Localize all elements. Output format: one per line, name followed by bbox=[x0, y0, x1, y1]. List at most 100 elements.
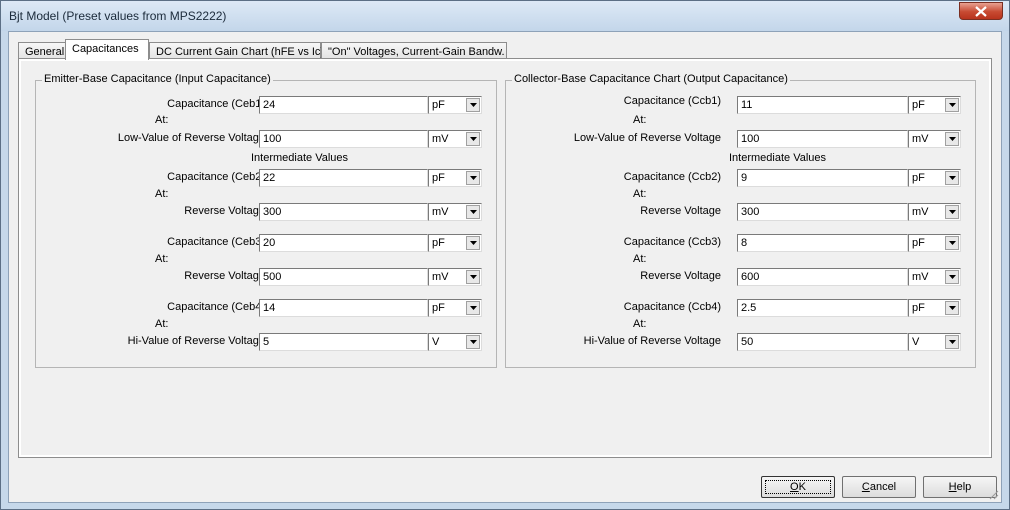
dropdown-button[interactable] bbox=[945, 301, 959, 315]
ceb2-voltage-unit: mV bbox=[432, 206, 449, 218]
ccb1-voltage-input[interactable]: 100 bbox=[737, 130, 908, 148]
close-button[interactable] bbox=[959, 2, 1003, 20]
ceb1-voltage-unit-select[interactable]: mV bbox=[428, 130, 482, 148]
ccb2-unit-select[interactable]: pF bbox=[908, 169, 961, 187]
ccb3-voltage-unit: mV bbox=[912, 271, 929, 283]
ccb4-value: 2.5 bbox=[741, 302, 757, 314]
ceb3-unit-select[interactable]: pF bbox=[428, 234, 482, 252]
ccb3-voltage-value: 600 bbox=[741, 271, 760, 283]
title-bar[interactable]: Bjt Model (Preset values from MPS2222) bbox=[1, 1, 1009, 31]
close-icon bbox=[975, 6, 987, 17]
ccb3-unit-select[interactable]: pF bbox=[908, 234, 961, 252]
dropdown-button[interactable] bbox=[466, 132, 480, 146]
collector-intermediate-label: Intermediate Values bbox=[729, 152, 827, 164]
ccb4-unit-select[interactable]: pF bbox=[908, 299, 961, 317]
ceb4-unit-select[interactable]: pF bbox=[428, 299, 482, 317]
ccb3-voltage-input[interactable]: 600 bbox=[737, 268, 908, 286]
ccb3-at-label: At: bbox=[633, 253, 647, 265]
ceb4-voltage-input[interactable]: 5 bbox=[259, 333, 428, 351]
dropdown-button[interactable] bbox=[945, 98, 959, 112]
ccb1-input[interactable]: 11 bbox=[737, 96, 908, 114]
ceb2-unit-select[interactable]: pF bbox=[428, 169, 482, 187]
dropdown-button[interactable] bbox=[945, 270, 959, 284]
ceb1-voltage-input[interactable]: 100 bbox=[259, 130, 428, 148]
dropdown-button[interactable] bbox=[466, 335, 480, 349]
ccb1-unit: pF bbox=[912, 99, 925, 111]
ceb4-voltage-unit: V bbox=[432, 336, 440, 348]
ccb2-voltage-label: Reverse Voltage bbox=[640, 205, 721, 217]
cancel-label: ancel bbox=[869, 481, 897, 493]
emitter-base-group: Emitter-Base Capacitance (Input Capacita… bbox=[35, 73, 497, 368]
dropdown-button[interactable] bbox=[945, 335, 959, 349]
ceb3-label: Capacitance (Ceb3) bbox=[167, 236, 265, 248]
ceb4-input[interactable]: 14 bbox=[259, 299, 428, 317]
dropdown-button[interactable] bbox=[945, 171, 959, 185]
emitter-intermediate-label: Intermediate Values bbox=[251, 152, 349, 164]
ok-button[interactable]: OK bbox=[761, 476, 835, 498]
tab-on-voltages[interactable]: "On" Voltages, Current-Gain Bandw. bbox=[321, 42, 507, 59]
ccb3-label: Capacitance (Ccb3) bbox=[623, 236, 721, 248]
focus-ring bbox=[765, 480, 831, 494]
dropdown-button[interactable] bbox=[466, 236, 480, 250]
ceb4-voltage-unit-select[interactable]: V bbox=[428, 333, 482, 351]
tab-dc-current-gain[interactable]: DC Current Gain Chart (hFE vs Ic) bbox=[149, 42, 324, 59]
collector-base-group: Collector-Base Capacitance Chart (Output… bbox=[505, 73, 976, 368]
chevron-down-icon bbox=[949, 176, 956, 180]
ccb2-voltage-input[interactable]: 300 bbox=[737, 203, 908, 221]
chevron-down-icon bbox=[470, 306, 477, 310]
ceb1-voltage-unit: mV bbox=[432, 133, 449, 145]
ceb3-voltage-unit-select[interactable]: mV bbox=[428, 268, 482, 286]
dropdown-button[interactable] bbox=[466, 98, 480, 112]
ceb2-at-label: At: bbox=[155, 188, 169, 200]
ceb1-voltage-label: Low-Value of Reverse Voltage bbox=[117, 132, 265, 144]
ccb3-input[interactable]: 8 bbox=[737, 234, 908, 252]
dropdown-button[interactable] bbox=[466, 270, 480, 284]
ceb1-label: Capacitance (Ceb1) bbox=[167, 98, 265, 110]
dropdown-button[interactable] bbox=[466, 171, 480, 185]
dropdown-button[interactable] bbox=[466, 301, 480, 315]
ceb2-voltage-input[interactable]: 300 bbox=[259, 203, 428, 221]
ceb1-input[interactable]: 24 bbox=[259, 96, 428, 114]
chevron-down-icon bbox=[949, 306, 956, 310]
ccb2-label: Capacitance (Ccb2) bbox=[623, 171, 721, 183]
cancel-button[interactable]: Cancel bbox=[842, 476, 916, 498]
size-grip-icon[interactable] bbox=[989, 490, 999, 500]
ccb4-voltage-input[interactable]: 50 bbox=[737, 333, 908, 351]
ccb2-input[interactable]: 9 bbox=[737, 169, 908, 187]
ccb4-voltage-unit-select[interactable]: V bbox=[908, 333, 961, 351]
tab-general[interactable]: General bbox=[18, 42, 66, 59]
ccb3-voltage-unit-select[interactable]: mV bbox=[908, 268, 961, 286]
ccb1-voltage-value: 100 bbox=[741, 133, 760, 145]
dropdown-button[interactable] bbox=[466, 205, 480, 219]
help-button[interactable]: Help bbox=[923, 476, 997, 498]
ceb2-unit: pF bbox=[432, 172, 445, 184]
dropdown-button[interactable] bbox=[945, 205, 959, 219]
ccb4-voltage-label: Hi-Value of Reverse Voltage bbox=[583, 335, 721, 347]
ccb4-input[interactable]: 2.5 bbox=[737, 299, 908, 317]
help-label: elp bbox=[956, 481, 972, 493]
ceb2-input[interactable]: 22 bbox=[259, 169, 428, 187]
ccb1-voltage-unit-select[interactable]: mV bbox=[908, 130, 961, 148]
ccb2-voltage-unit: mV bbox=[912, 206, 929, 218]
chevron-down-icon bbox=[949, 340, 956, 344]
tab-capacitances[interactable]: Capacitances bbox=[65, 39, 149, 60]
chevron-down-icon bbox=[470, 241, 477, 245]
dropdown-button[interactable] bbox=[945, 132, 959, 146]
ceb2-voltage-unit-select[interactable]: mV bbox=[428, 203, 482, 221]
dropdown-button[interactable] bbox=[945, 236, 959, 250]
ceb1-at-label: At: bbox=[155, 114, 169, 126]
chevron-down-icon bbox=[470, 176, 477, 180]
ceb1-unit-select[interactable]: pF bbox=[428, 96, 482, 114]
ceb4-voltage-value: 5 bbox=[263, 336, 270, 348]
chevron-down-icon bbox=[949, 210, 956, 214]
dialog-client: General Capacitances DC Current Gain Cha… bbox=[8, 31, 1002, 503]
ccb1-unit-select[interactable]: pF bbox=[908, 96, 961, 114]
ccb2-voltage-unit-select[interactable]: mV bbox=[908, 203, 961, 221]
ceb2-voltage-label: Reverse Voltage bbox=[184, 205, 265, 217]
ceb3-input[interactable]: 20 bbox=[259, 234, 428, 252]
tab-label: "On" Voltages, Current-Gain Bandw. bbox=[328, 46, 505, 58]
collector-group-title: Collector-Base Capacitance Chart (Output… bbox=[512, 73, 790, 85]
ceb3-voltage-input[interactable]: 500 bbox=[259, 268, 428, 286]
ceb3-voltage-unit: mV bbox=[432, 271, 449, 283]
ceb3-at-label: At: bbox=[155, 253, 169, 265]
